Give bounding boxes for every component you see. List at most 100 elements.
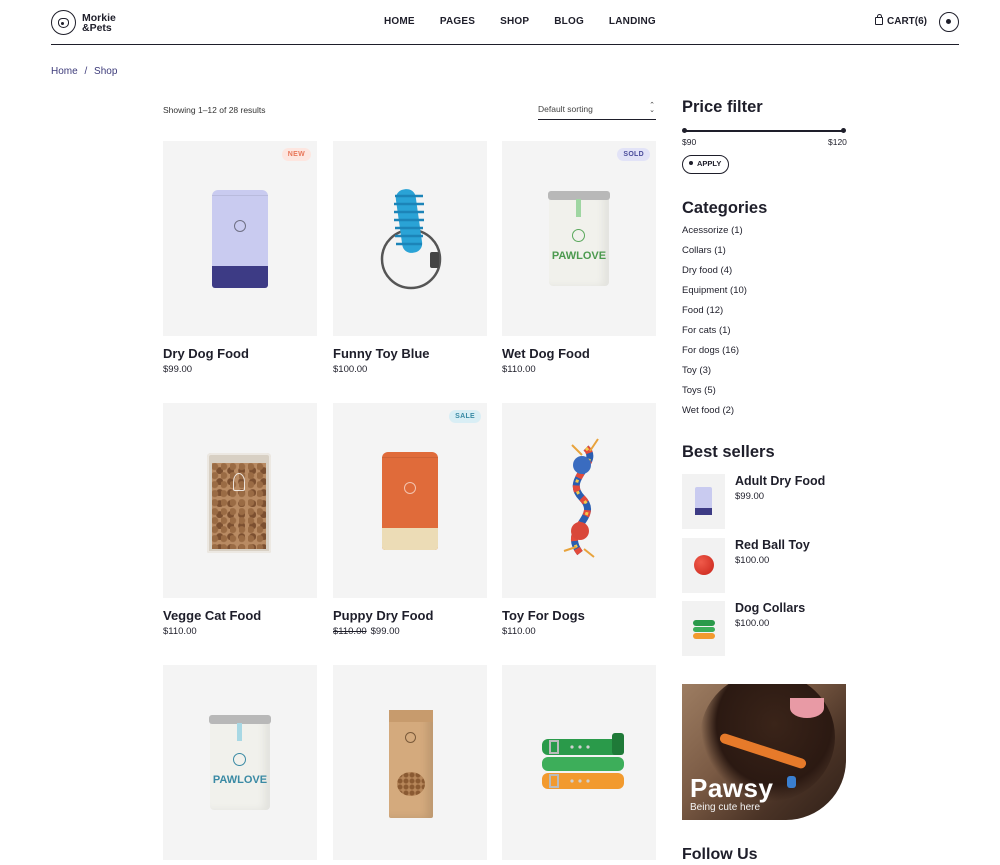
nav-pages[interactable]: PAGES [440, 16, 475, 27]
apply-filter-button[interactable]: APPLY [682, 155, 729, 174]
product-card[interactable]: PAWLOVE [163, 665, 317, 860]
product-image[interactable] [333, 141, 487, 336]
dog-tongue [790, 698, 824, 718]
product-price: $110.00 [502, 626, 656, 637]
account-icon[interactable] [939, 12, 959, 32]
product-image[interactable] [333, 665, 487, 860]
product-card[interactable]: SALE Puppy Dry Food $110.00 $99.00 [333, 403, 487, 637]
product-card[interactable]: Toy For Dogs $110.00 [502, 403, 656, 637]
collar-thumb-orange [693, 633, 715, 639]
product-image[interactable]: SALE [333, 403, 487, 598]
price-value: $110.00 [502, 364, 536, 375]
cart-label: CART(6) [887, 16, 927, 27]
product-card[interactable]: Vegge Cat Food $110.00 [163, 403, 317, 637]
slider-min-handle[interactable] [682, 128, 687, 133]
nav-shop[interactable]: SHOP [500, 16, 529, 27]
best-seller-name[interactable]: Dog Collars [735, 601, 805, 615]
best-seller-thumbnail[interactable] [682, 474, 725, 529]
category-link[interactable]: For cats (1) [682, 325, 747, 345]
nav-home[interactable]: HOME [384, 16, 415, 27]
product-image[interactable]: NEW [163, 141, 317, 336]
can-logo-icon [233, 753, 246, 766]
product-name[interactable]: Toy For Dogs [502, 608, 656, 623]
best-seller-thumbnail[interactable] [682, 601, 725, 656]
product-image[interactable] [502, 403, 656, 598]
clear-food-bag-image [207, 453, 271, 553]
product-name[interactable]: Vegge Cat Food [163, 608, 317, 623]
category-link[interactable]: Food (12) [682, 305, 747, 325]
product-name[interactable]: Funny Toy Blue [333, 346, 487, 361]
site-header: Morkie &Pets HOME PAGES SHOP BLOG LANDIN… [51, 0, 959, 45]
product-image[interactable]: PAWLOVE [163, 665, 317, 860]
product-name[interactable]: Wet Dog Food [502, 346, 656, 361]
blue-toy-image [380, 189, 442, 290]
food-can-image: PAWLOVE [209, 715, 271, 810]
category-link[interactable]: Wet food (2) [682, 405, 747, 425]
product-price: $110.00 $99.00 [333, 626, 487, 637]
product-card[interactable] [502, 665, 656, 860]
best-seller-name[interactable]: Red Ball Toy [735, 538, 810, 552]
sale-badge: SALE [449, 410, 481, 423]
price-max-value: $120 [828, 137, 847, 147]
new-badge: NEW [281, 148, 311, 161]
cart-button[interactable]: CART(6) [875, 13, 927, 27]
category-link[interactable]: Toys (5) [682, 385, 747, 405]
pouch-band [382, 528, 438, 550]
product-card[interactable]: Funny Toy Blue $100.00 [333, 141, 487, 375]
product-card[interactable]: SOLD PAWLOVE Wet Dog Food $110.00 [502, 141, 656, 375]
pouch-seal [382, 452, 438, 458]
nav-landing[interactable]: LANDING [609, 16, 656, 27]
food-pouch-image [382, 452, 438, 550]
promo-subtitle: Being cute here [690, 802, 761, 813]
sort-label: Default sorting [538, 104, 593, 114]
price-min-value: $90 [682, 137, 697, 147]
product-name[interactable]: Dry Dog Food [163, 346, 317, 361]
dog-logo-icon [51, 10, 76, 35]
price-range-slider[interactable] [682, 128, 846, 133]
slider-max-handle[interactable] [841, 128, 846, 133]
product-card[interactable] [333, 665, 487, 860]
bag-logo-icon [405, 732, 416, 743]
old-price: $110.00 [333, 626, 367, 637]
breadcrumb: Home / Shop [51, 66, 117, 77]
best-seller-item[interactable]: Dog Collars $100.00 [682, 601, 852, 656]
category-link[interactable]: Toy (3) [682, 365, 747, 385]
breadcrumb-home[interactable]: Home [51, 66, 78, 77]
product-image[interactable] [163, 403, 317, 598]
category-link[interactable]: For dogs (16) [682, 345, 747, 365]
price-value: $110.00 [163, 626, 197, 637]
pouch-seal [212, 190, 268, 196]
product-image[interactable] [502, 665, 656, 860]
follow-us-title: Follow Us [682, 846, 758, 863]
bag-fold [389, 710, 433, 722]
best-seller-item[interactable]: Red Ball Toy $100.00 [682, 538, 852, 593]
brand-logo[interactable]: Morkie &Pets [51, 10, 132, 35]
product-image[interactable]: SOLD PAWLOVE [502, 141, 656, 336]
price-value: $110.00 [502, 626, 536, 637]
breadcrumb-separator: / [84, 66, 88, 77]
best-seller-name[interactable]: Adult Dry Food [735, 474, 825, 488]
category-link[interactable]: Dry food (4) [682, 265, 747, 285]
sort-select[interactable]: Default sorting ⌃ ⌄ [538, 101, 656, 120]
brand-name-line1: Morkie [82, 11, 116, 24]
product-name[interactable]: Puppy Dry Food [333, 608, 487, 623]
can-tape [237, 723, 242, 741]
red-ball-thumb [694, 555, 714, 575]
best-seller-item[interactable]: Adult Dry Food $99.00 [682, 474, 852, 529]
promo-banner[interactable]: Pawsy Being cute here [682, 684, 846, 820]
collar-thumb-green [693, 620, 715, 626]
price-value: $100.00 [333, 364, 368, 375]
pouch-logo-icon [234, 220, 246, 232]
product-price: $99.00 [163, 364, 317, 375]
price-value: $99.00 [163, 364, 193, 375]
category-link[interactable]: Acessorize (1) [682, 225, 747, 245]
category-link[interactable]: Collars (1) [682, 245, 747, 265]
nav-blog[interactable]: BLOG [554, 16, 584, 27]
best-seller-price: $100.00 [735, 555, 770, 566]
product-price: $100.00 [333, 364, 487, 375]
sort-arrows-icon: ⌃ ⌄ [649, 102, 655, 114]
product-card[interactable]: NEW Dry Dog Food $99.00 [163, 141, 317, 375]
category-link[interactable]: Equipment (10) [682, 285, 747, 305]
best-seller-thumbnail[interactable] [682, 538, 725, 593]
pouch-thumb-band [695, 508, 712, 515]
